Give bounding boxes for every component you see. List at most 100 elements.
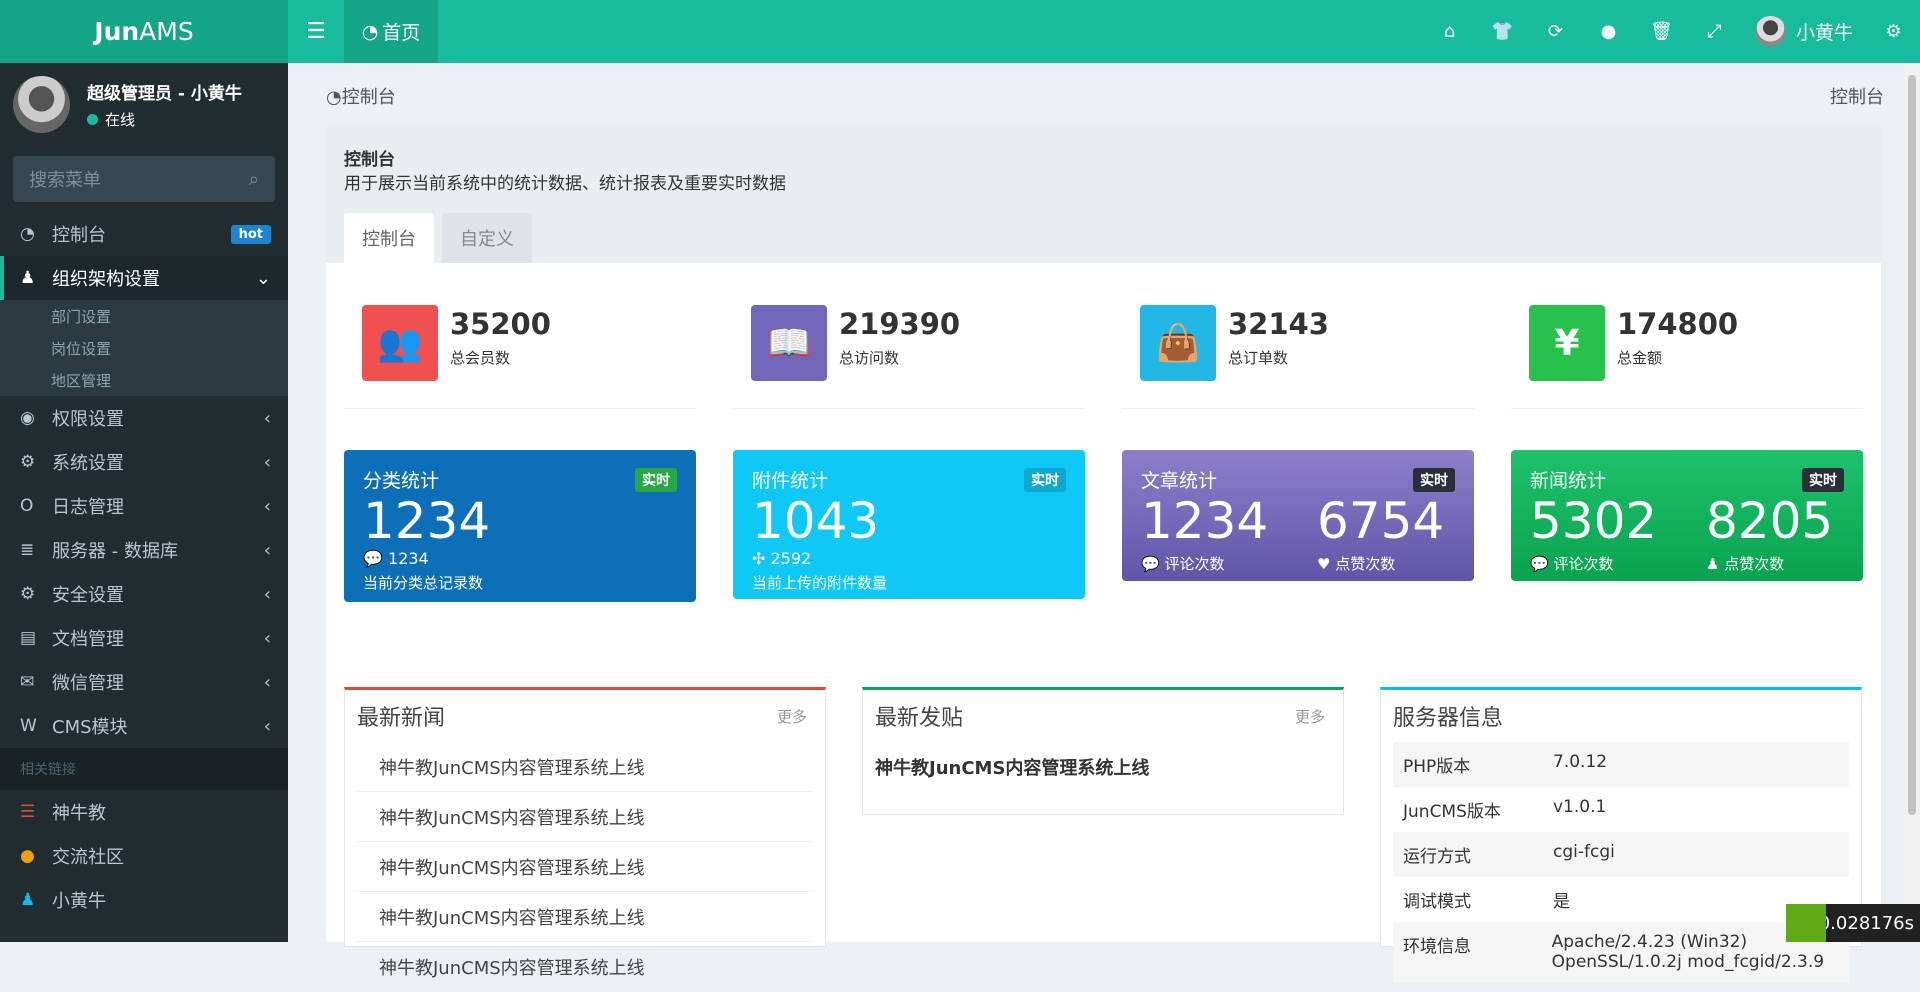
settings-icon[interactable]: ⚙: [1867, 0, 1920, 63]
hot-badge: hot: [230, 224, 271, 244]
user-icon: ♟: [1706, 555, 1720, 573]
sidebar-link-xiaohuangniu[interactable]: ♟ 小黄牛: [0, 878, 288, 922]
stat-orders: 👜 32143 总订单数: [1122, 305, 1474, 409]
latest-news-box: 最新新闻 更多 神牛教JunCMS内容管理系统上线 神牛教JunCMS内容管理系统…: [344, 687, 826, 992]
chevron-left-icon: ‹: [263, 671, 271, 693]
sidebar-item-database[interactable]: ≣ 服务器 - 数据库 ‹: [0, 528, 288, 572]
comment-icon: ●: [20, 846, 35, 866]
page-title: 控制台: [1830, 87, 1884, 108]
card-value: 1234: [363, 492, 491, 550]
book-icon: 📖: [751, 305, 827, 381]
comment-icon: 💬: [363, 549, 383, 568]
list-item[interactable]: 神牛教JunCMS内容管理系统上线: [357, 892, 813, 942]
app-logo[interactable]: Jun AMS: [0, 0, 288, 63]
comment-icon: 💬: [1530, 555, 1549, 573]
search-icon[interactable]: ⌕: [249, 169, 259, 190]
list-item[interactable]: 神牛教JunCMS内容管理系统上线: [357, 742, 813, 792]
table-row: 环境信息 Apache/2.4.23 (Win32) OpenSSL/1.0.2j…: [1393, 922, 1849, 982]
panel-title: 控制台: [344, 150, 395, 170]
scrollbar-thumb[interactable]: [1908, 75, 1916, 815]
sidebar-item-permissions[interactable]: ◉ 权限设置 ‹: [0, 396, 288, 440]
list-item[interactable]: 神牛教JunCMS内容管理系统上线: [357, 842, 813, 892]
stat-label: 总金额: [1617, 349, 1663, 367]
breadcrumb[interactable]: ◔控制台: [326, 83, 396, 109]
card-news-stats: 新闻统计 实时 5302 💬 评论次数 8205 ♟ 点赞次数: [1511, 450, 1863, 581]
sidebar-item-dashboard[interactable]: ◔ 控制台 hot: [0, 212, 288, 256]
sidebar-item-logs[interactable]: O 日志管理 ‹: [0, 484, 288, 528]
more-link[interactable]: 更多: [1295, 706, 1325, 727]
bomb-icon[interactable]: ●: [1582, 0, 1635, 63]
tab-home[interactable]: ◔ 首页: [344, 0, 438, 63]
yen-icon: ¥: [1529, 305, 1605, 381]
avatar: [1754, 16, 1786, 47]
sidebar-item-wechat[interactable]: ✉ 微信管理 ‹: [0, 660, 288, 704]
scrollbar[interactable]: [1904, 63, 1920, 942]
refresh-icon[interactable]: ⟳: [1529, 0, 1582, 63]
box-title: 最新发贴: [875, 706, 964, 731]
sidebar-subitem-region[interactable]: 地区管理: [0, 364, 288, 396]
card-article-stats: 文章统计 实时 1234 💬 评论次数 6754 ♥ 点赞次数: [1122, 450, 1474, 581]
trace-logo-icon: [1786, 904, 1826, 942]
cogs-icon: ⚙: [20, 452, 36, 472]
sidebar-item-org[interactable]: ♟ 组织架构设置 ⌄: [0, 256, 288, 300]
online-dot-icon: [87, 114, 98, 125]
dashboard-icon: ◔: [361, 20, 379, 43]
trash-icon[interactable]: 🗑: [1635, 0, 1688, 63]
realtime-badge: 实时: [1024, 468, 1066, 492]
sidebar-search-input[interactable]: 搜索菜单 ⌕: [13, 156, 275, 202]
card-desc: 当前分类总记录数: [363, 574, 484, 592]
card-value: 8205: [1706, 492, 1834, 550]
sidebar-subitem-position[interactable]: 岗位设置: [0, 332, 288, 364]
qq-icon: ♟: [20, 890, 36, 910]
sidebar-item-security[interactable]: ⚙ 安全设置 ‹: [0, 572, 288, 616]
sidebar-item-cms[interactable]: W CMS模块 ‹: [0, 704, 288, 748]
shirt-icon[interactable]: 👕: [1476, 0, 1529, 63]
chevron-down-icon: ⌄: [255, 267, 271, 289]
table-row: 运行方式 cgi-fcgi: [1393, 832, 1849, 877]
stat-value: 219390: [839, 307, 961, 341]
sidebar-item-docs[interactable]: ▤ 文档管理 ‹: [0, 616, 288, 660]
chevron-left-icon: ‹: [263, 407, 271, 429]
pinwheel-icon: ✣: [752, 549, 766, 568]
wechat-icon: ✉: [20, 672, 35, 692]
stat-visits: 📖 219390 总访问数: [733, 305, 1085, 409]
card-desc: 当前上传的附件数量: [752, 574, 888, 592]
latest-posts-box: 最新发贴 更多 神牛教JunCMS内容管理系统上线: [862, 687, 1344, 815]
main-content: ◔控制台 控制台 控制台 用于展示当前系统中的统计数据、统计报表及重要实时数据 …: [288, 63, 1904, 992]
realtime-badge: 实时: [1413, 468, 1455, 492]
sidebar-link-shenniu[interactable]: ☰ 神牛教: [0, 790, 288, 834]
debug-timer[interactable]: 0.028176s: [1786, 904, 1920, 942]
tab-custom[interactable]: 自定义: [442, 213, 532, 263]
fullscreen-icon[interactable]: ⤢: [1688, 0, 1741, 63]
card-title: 分类统计: [363, 470, 440, 492]
stat-value: 35200: [450, 307, 551, 341]
box-title: 最新新闻: [357, 706, 446, 731]
tab-dashboard[interactable]: 控制台: [344, 213, 434, 263]
card-title: 文章统计: [1141, 470, 1218, 492]
top-header: Jun AMS ☰ ◔ 首页 ⌂ 👕 ⟳ ● 🗑 ⤢ 小黄牛 ⚙: [0, 0, 1920, 63]
table-row: JunCMS版本 v1.0.1: [1403, 797, 1607, 822]
sidebar-subitem-department[interactable]: 部门设置: [0, 300, 288, 332]
opera-icon: O: [20, 496, 34, 516]
table-row: PHP版本 7.0.12: [1393, 742, 1849, 787]
list-item[interactable]: 神牛教JunCMS内容管理系统上线: [357, 942, 813, 992]
sidebar: 超级管理员 - 小黄牛 在线 搜索菜单 ⌕ ◔ 控制台 hot ♟ 组织架构设置 ⌄ 部门…: [0, 63, 288, 942]
stat-members: 👥 35200 总会员数: [344, 305, 696, 409]
menu-toggle-icon[interactable]: ☰: [288, 0, 344, 63]
user-tie-icon: ♟: [20, 268, 36, 288]
chevron-left-icon: ‹: [263, 583, 271, 605]
list-item[interactable]: 神牛教JunCMS内容管理系统上线: [863, 742, 1343, 792]
panel-body: 👥 35200 总会员数 📖 219390 总访问数 👜 32143 总订单数 …: [326, 263, 1881, 992]
user-menu[interactable]: 小黄牛: [1741, 16, 1867, 47]
card-category-stats: 分类统计 实时 1234 💬 1234 当前分类总记录数: [344, 450, 696, 602]
more-link[interactable]: 更多: [777, 706, 807, 727]
stat-amount: ¥ 174800 总金额: [1511, 305, 1863, 409]
sidebar-link-community[interactable]: ● 交流社区: [0, 834, 288, 878]
home-icon[interactable]: ⌂: [1423, 0, 1476, 63]
dashboard-icon: ◔: [326, 87, 342, 108]
list-item[interactable]: 神牛教JunCMS内容管理系统上线: [357, 792, 813, 842]
chevron-left-icon: ‹: [263, 715, 271, 737]
user-name: 超级管理员 - 小黄牛: [87, 84, 242, 104]
sidebar-item-system[interactable]: ⚙ 系统设置 ‹: [0, 440, 288, 484]
card-attachment-stats: 附件统计 实时 1043 ✣ 2592 当前上传的附件数量: [733, 450, 1085, 599]
